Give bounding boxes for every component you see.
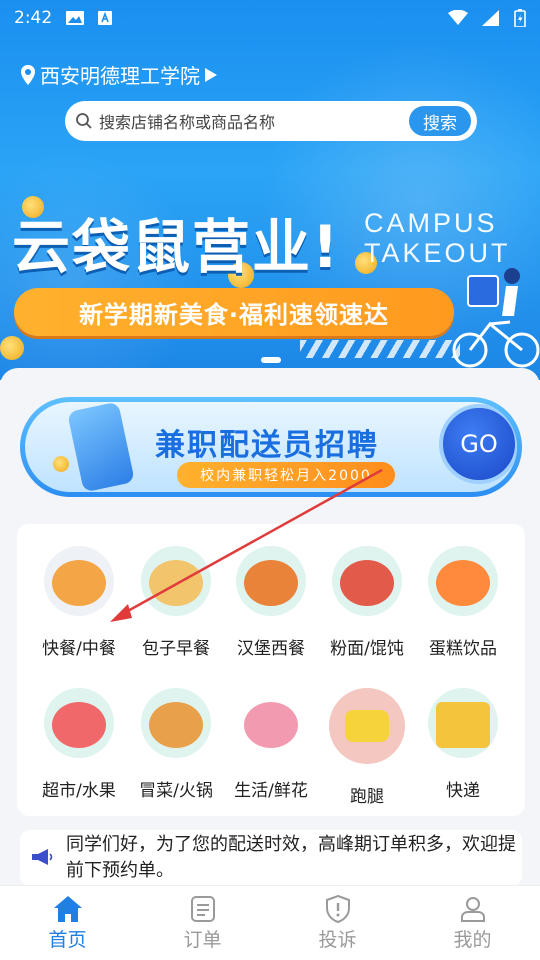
- megaphone-icon: [32, 849, 53, 865]
- search-input[interactable]: 搜索店铺名称或商品名称: [99, 109, 409, 133]
- signal-icon: [482, 10, 499, 26]
- wifi-icon: [448, 10, 468, 25]
- flowers-icon: [236, 688, 306, 758]
- tab-label: 订单: [183, 928, 222, 951]
- category-item-hotpot[interactable]: 冒菜/火锅: [126, 688, 226, 801]
- tab-label: 首页: [48, 928, 87, 951]
- location-pin-icon: [21, 64, 35, 85]
- category-label: 蛋糕饮品: [429, 639, 497, 659]
- play-arrow-icon: [205, 67, 217, 82]
- tab-home[interactable]: 首页: [0, 886, 135, 960]
- category-label: 汉堡西餐: [237, 639, 305, 659]
- order-icon: [190, 895, 215, 922]
- category-item-express[interactable]: 快递: [413, 688, 513, 801]
- bottom-tabbar: 首页 订单 投诉 我的: [0, 886, 540, 960]
- location-selector[interactable]: 西安明德理工学院: [20, 60, 218, 89]
- battery-icon: [514, 9, 526, 27]
- brand-english-line1: CAMPUS: [364, 208, 498, 238]
- carousel-indicator[interactable]: [261, 357, 281, 363]
- complaint-shield-icon: [325, 894, 350, 923]
- coin-decoration: [0, 336, 24, 360]
- notice-text: 同学们好，为了您的配送时效，高峰期订单积多，欢迎提前下预约单。: [66, 834, 516, 881]
- fast-food-icon: [44, 546, 114, 616]
- go-button[interactable]: GO: [439, 404, 517, 484]
- brand-english: CAMPUS TAKEOUT: [364, 208, 511, 268]
- recruit-title: 兼职配送员招聘: [155, 428, 379, 463]
- banner-slogan: 新学期新美食·福利速领速达: [14, 288, 454, 336]
- tab-label: 投诉: [318, 928, 357, 951]
- text-app-icon: [98, 11, 113, 25]
- category-item-breakfast[interactable]: 包子早餐: [126, 546, 226, 659]
- category-label: 快餐/中餐: [42, 639, 116, 659]
- hotpot-icon: [141, 688, 211, 758]
- basket-icon: [44, 688, 114, 758]
- location-name: 西安明德理工学院: [40, 64, 200, 88]
- noodles-icon: [332, 546, 402, 616]
- scooter-icon: [329, 688, 405, 764]
- category-grid: 快餐/中餐 包子早餐 汉堡西餐 粉面/馄饨 蛋糕饮品 超市/水果 冒菜/火锅 生…: [17, 524, 525, 816]
- status-time: 2:42: [14, 8, 53, 28]
- parcel-cart-icon: [428, 688, 498, 758]
- status-bar: 2:42: [0, 0, 540, 36]
- tab-label: 我的: [453, 928, 492, 951]
- brand-title: 云袋鼠营业!: [12, 213, 341, 281]
- home-icon: [53, 895, 82, 922]
- category-item-noodles[interactable]: 粉面/馄饨: [317, 546, 417, 659]
- hero-banner[interactable]: 2:42 西安明德理工学院 搜索店铺名称或商品名称 搜索 云袋鼠营业! CAMP…: [0, 0, 540, 380]
- category-label: 超市/水果: [42, 781, 116, 801]
- stripe-decoration: [300, 340, 460, 358]
- category-item-flowers[interactable]: 生活/鲜花: [221, 688, 321, 801]
- category-item-errand[interactable]: 跑腿: [317, 688, 417, 807]
- phone-illustration-icon: [67, 402, 135, 492]
- category-label: 包子早餐: [142, 639, 210, 659]
- category-label: 快递: [446, 781, 480, 801]
- category-item-fast-food[interactable]: 快餐/中餐: [29, 546, 129, 659]
- category-item-supermarket[interactable]: 超市/水果: [29, 688, 129, 801]
- profile-icon: [460, 896, 485, 922]
- category-label: 冒菜/火锅: [139, 781, 213, 801]
- tab-complaint[interactable]: 投诉: [270, 886, 405, 960]
- coin-decoration: [53, 456, 69, 472]
- breakfast-icon: [141, 546, 211, 616]
- tab-profile[interactable]: 我的: [405, 886, 540, 960]
- category-label: 粉面/馄饨: [330, 639, 404, 659]
- search-button[interactable]: 搜索: [409, 106, 471, 136]
- recruit-banner[interactable]: 兼职配送员招聘 校内兼职轻松月入2000 GO: [20, 397, 522, 497]
- tab-orders[interactable]: 订单: [135, 886, 270, 960]
- recruit-subtitle: 校内兼职轻松月入2000: [177, 462, 395, 488]
- gallery-icon: [66, 11, 85, 25]
- notice-bar[interactable]: 同学们好，为了您的配送时效，高峰期订单积多，欢迎提前下预约单。: [20, 830, 522, 886]
- category-label: 跑腿: [350, 787, 384, 807]
- search-icon: [76, 113, 92, 129]
- category-item-burger[interactable]: 汉堡西餐: [221, 546, 321, 659]
- drink-icon: [428, 546, 498, 616]
- search-bar[interactable]: 搜索店铺名称或商品名称 搜索: [65, 101, 477, 141]
- category-label: 生活/鲜花: [234, 781, 308, 801]
- burger-icon: [236, 546, 306, 616]
- delivery-rider-icon: [452, 268, 540, 368]
- category-item-drinks[interactable]: 蛋糕饮品: [413, 546, 513, 659]
